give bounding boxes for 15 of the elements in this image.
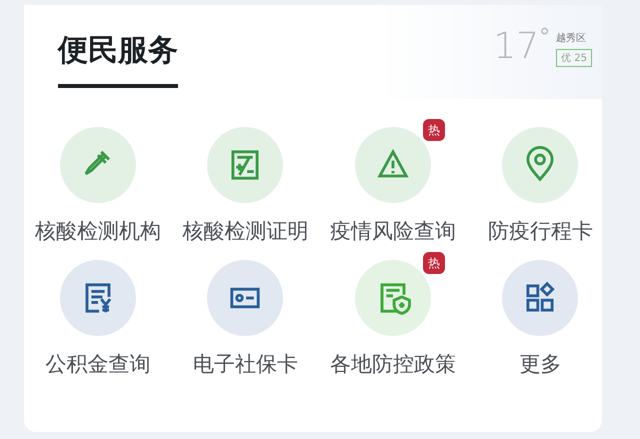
service-label[interactable]: 核酸检测机构 (34, 218, 161, 244)
section-tab[interactable]: 便民服务 (58, 33, 178, 88)
degree-sign: ° (539, 27, 550, 49)
hot-badge: 热 (423, 252, 445, 274)
service-label[interactable]: 电子社保卡 (192, 351, 298, 377)
temperature: 17 (493, 27, 540, 67)
hot-badge: 热 (423, 119, 445, 141)
service-label[interactable]: 更多 (519, 351, 562, 377)
service-label[interactable]: 疫情风险查询 (330, 218, 456, 244)
service-label[interactable]: 核酸检测证明 (182, 218, 308, 244)
service-label[interactable]: 各地防控政策 (330, 351, 456, 377)
service-label[interactable]: 防疫行程卡 (488, 218, 593, 244)
service-label[interactable]: 公积金查询 (45, 351, 150, 377)
district: 越秀区 (556, 32, 586, 45)
air-quality-badge: 优 25 (556, 49, 592, 67)
